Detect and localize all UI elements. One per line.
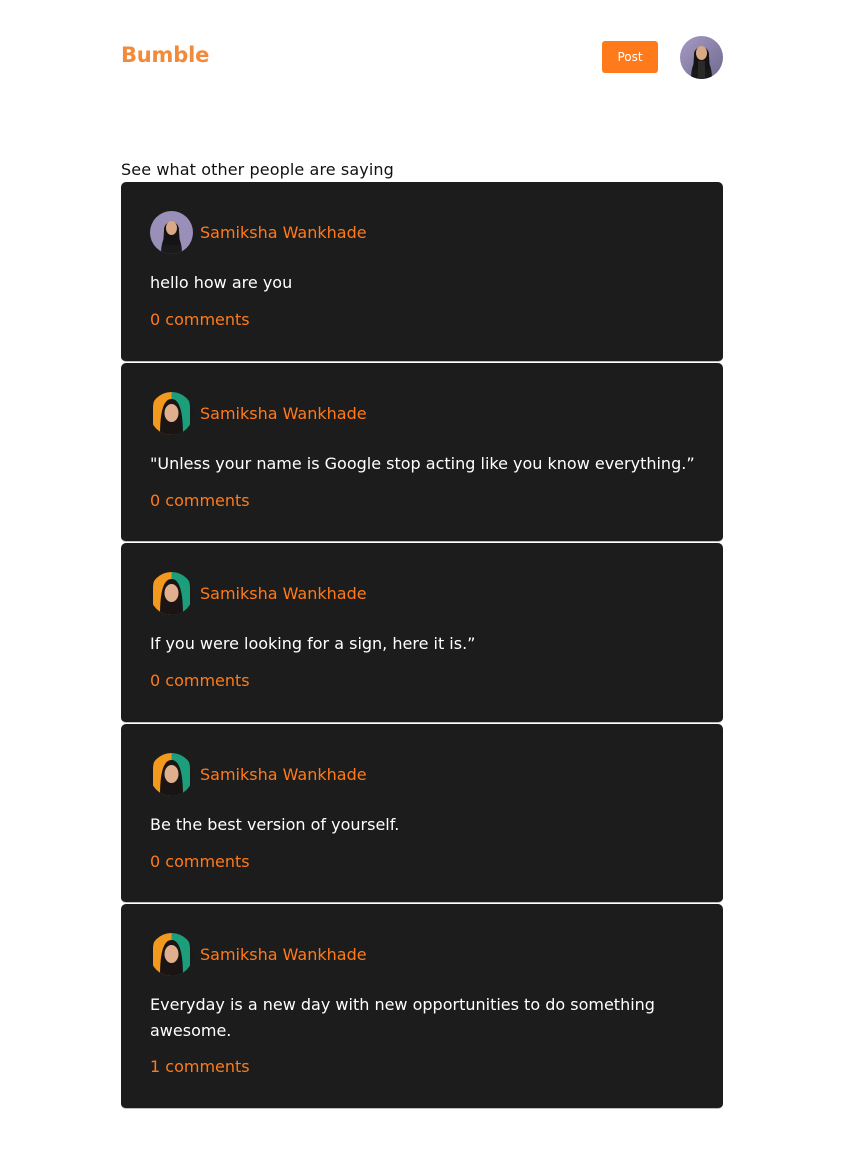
post-text: hello how are you xyxy=(150,273,293,292)
user-avatar-icon xyxy=(150,572,193,615)
post-card: Samiksha Wankhade "Unless your name is G… xyxy=(121,363,723,542)
post-author[interactable]: Samiksha Wankhade xyxy=(200,404,367,423)
post-card: Samiksha Wankhade If you were looking fo… xyxy=(121,543,723,723)
feed-list: Samiksha Wankhade hello how are you 0 co… xyxy=(121,182,723,1110)
post-author[interactable]: Samiksha Wankhade xyxy=(200,223,367,242)
comments-link[interactable]: 1 comments xyxy=(150,1057,250,1076)
user-avatar-icon xyxy=(680,36,723,79)
author-avatar[interactable] xyxy=(150,211,193,254)
author-avatar[interactable] xyxy=(150,933,193,976)
user-avatar-icon xyxy=(150,211,193,254)
post-card: Samiksha Wankhade Be the best version of… xyxy=(121,724,723,903)
user-avatar-icon xyxy=(150,753,193,796)
brand-logo[interactable]: Bumble xyxy=(121,43,209,67)
comments-link[interactable]: 0 comments xyxy=(150,310,250,329)
user-avatar-icon xyxy=(150,933,193,976)
user-avatar-icon xyxy=(150,392,193,435)
post-card: Samiksha Wankhade Everyday is a new day … xyxy=(121,904,723,1109)
author-avatar[interactable] xyxy=(150,572,193,615)
author-avatar[interactable] xyxy=(150,392,193,435)
post-author[interactable]: Samiksha Wankhade xyxy=(200,584,367,603)
post-text: Everyday is a new day with new opportuni… xyxy=(150,995,655,1040)
comments-link[interactable]: 0 comments xyxy=(150,671,250,690)
post-card: Samiksha Wankhade hello how are you 0 co… xyxy=(121,182,723,362)
post-text: Be the best version of yourself. xyxy=(150,815,400,834)
post-text: If you were looking for a sign, here it … xyxy=(150,634,476,653)
post-author[interactable]: Samiksha Wankhade xyxy=(200,945,367,964)
post-button[interactable]: Post xyxy=(602,41,658,73)
feed-heading: See what other people are saying xyxy=(121,160,394,179)
comments-link[interactable]: 0 comments xyxy=(150,491,250,510)
app-header: Bumble Post xyxy=(0,0,843,110)
profile-avatar[interactable] xyxy=(680,36,723,79)
comments-link[interactable]: 0 comments xyxy=(150,852,250,871)
post-author[interactable]: Samiksha Wankhade xyxy=(200,765,367,784)
author-avatar[interactable] xyxy=(150,753,193,796)
post-text: "Unless your name is Google stop acting … xyxy=(150,454,695,473)
